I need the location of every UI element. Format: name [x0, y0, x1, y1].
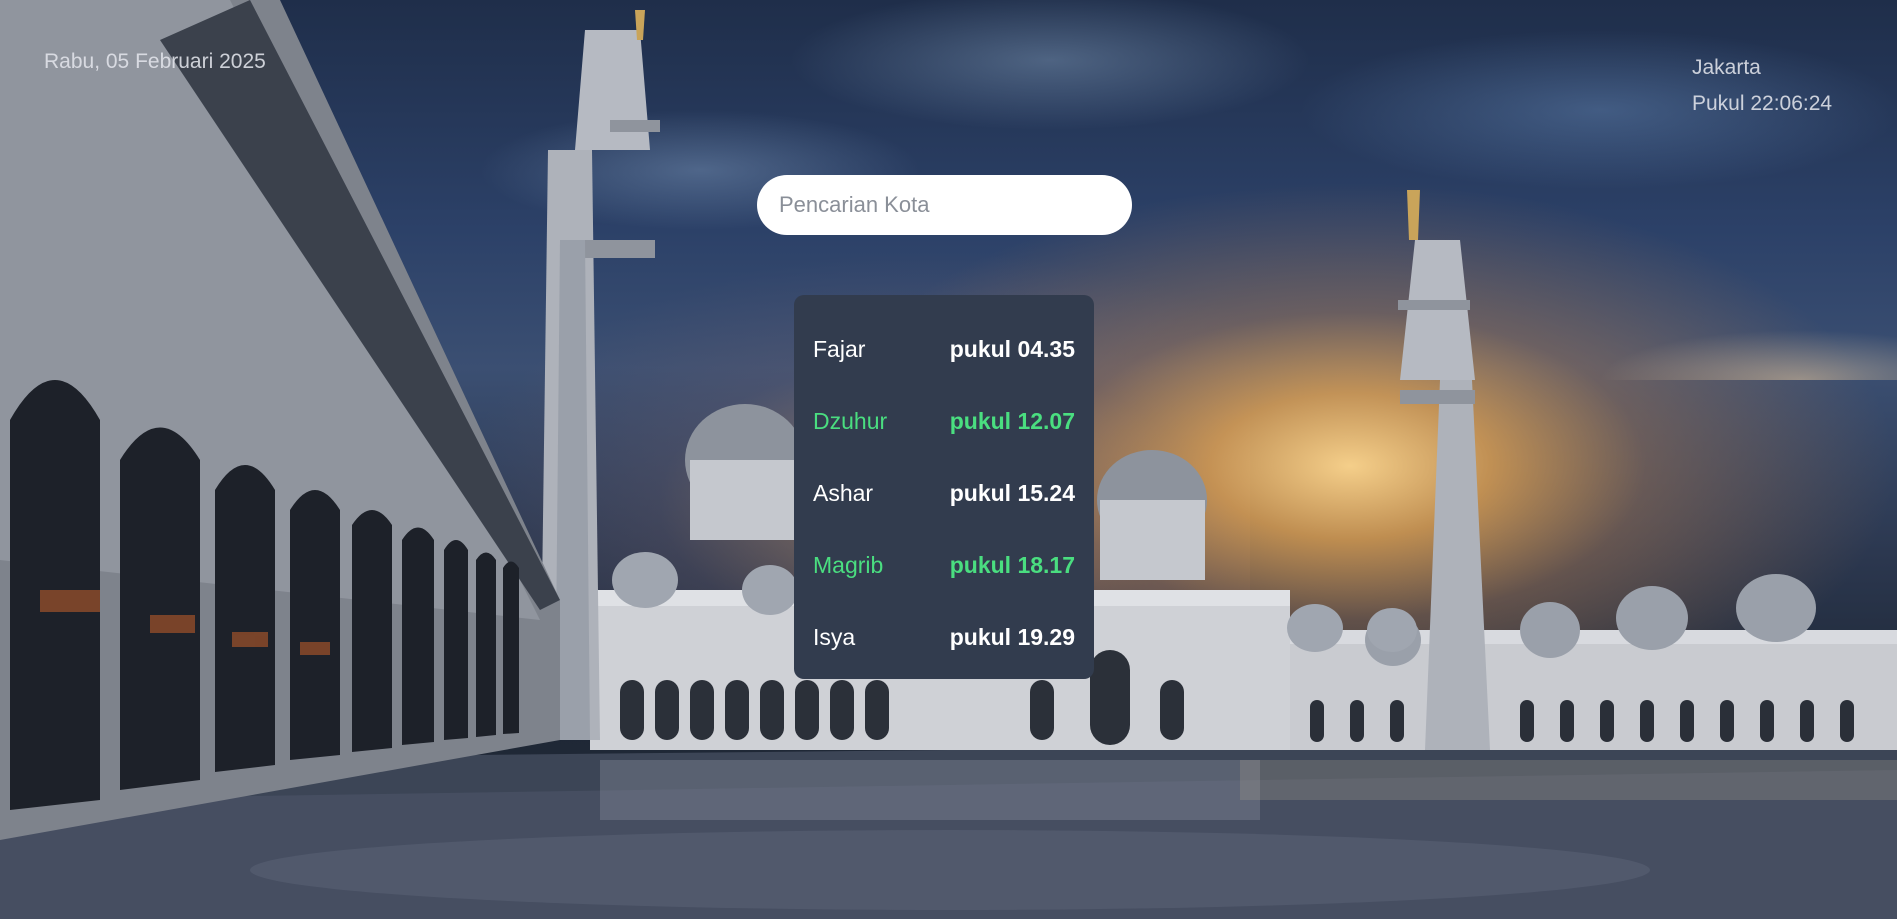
prayer-name: Isya — [813, 623, 856, 650]
city-name: Jakarta — [1692, 56, 1761, 79]
prayer-row-dzuhur: Dzuhur pukul 12.07 — [813, 385, 1075, 457]
prayer-name: Ashar — [813, 479, 874, 506]
prayer-times-card: Fajar pukul 04.35 Dzuhur pukul 12.07 Ash… — [794, 295, 1094, 679]
app-background: Rabu, 05 Februari 2025 Jakarta Pukul 22:… — [0, 0, 1897, 919]
prayer-time: pukul 18.17 — [949, 551, 1075, 578]
minaret-right — [1425, 380, 1490, 750]
prayer-time: pukul 19.29 — [949, 623, 1075, 650]
prayer-name: Magrib — [813, 551, 884, 578]
prayer-name: Fajar — [813, 335, 866, 362]
prayer-row-isya: Isya pukul 19.29 — [813, 601, 1075, 673]
location-clock: Jakarta Pukul 22:06:24 — [1692, 50, 1832, 122]
prayer-time: pukul 12.07 — [949, 407, 1075, 434]
prayer-row-fajar: Fajar pukul 04.35 — [813, 313, 1075, 385]
current-date: Rabu, 05 Februari 2025 — [44, 50, 266, 73]
prayer-row-ashar: Ashar pukul 15.24 — [813, 457, 1075, 529]
prayer-name: Dzuhur — [813, 407, 888, 434]
prayer-time: pukul 04.35 — [949, 335, 1075, 362]
city-search-input[interactable] — [757, 175, 1132, 235]
prayer-row-magrib: Magrib pukul 18.17 — [813, 529, 1075, 601]
current-time: Pukul 22:06:24 — [1692, 92, 1833, 115]
prayer-time: pukul 15.24 — [949, 479, 1075, 506]
